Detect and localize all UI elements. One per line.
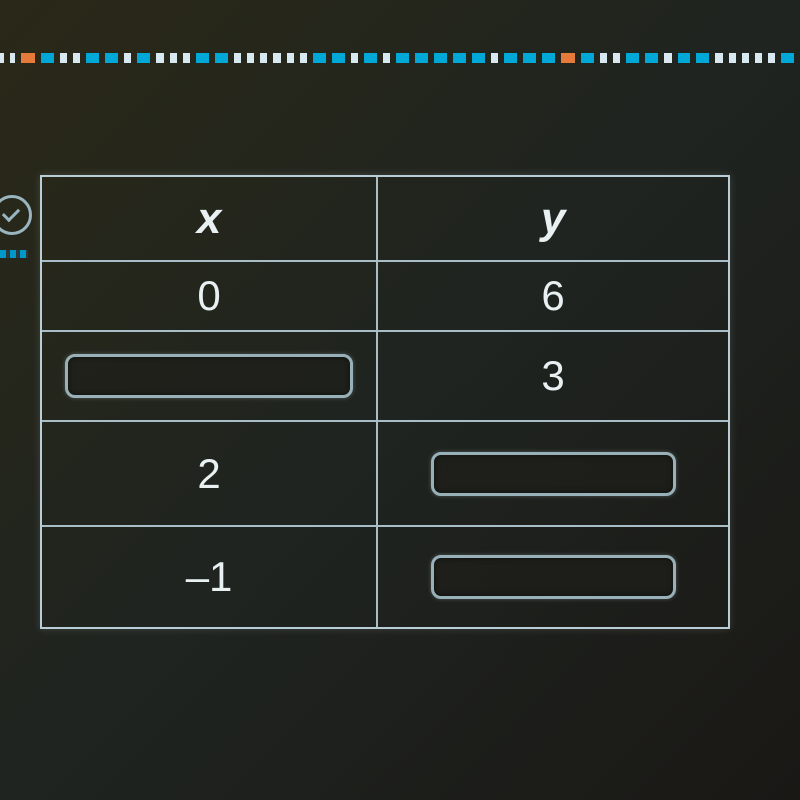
cell-y-2	[378, 422, 728, 525]
cell-x-2: 2	[42, 422, 378, 525]
input-y-2[interactable]	[431, 452, 676, 496]
cell-x-3: –1	[42, 527, 378, 627]
cell-x-1	[42, 332, 378, 420]
cell-y-1: 3	[378, 332, 728, 420]
cell-x-0: 0	[42, 262, 378, 330]
checkmark-circle-icon	[0, 195, 32, 235]
header-y: y	[378, 177, 728, 260]
xy-table: x y 0 6 3 2 –1	[40, 175, 730, 629]
input-y-3[interactable]	[431, 555, 676, 599]
table-row: 3	[42, 332, 728, 422]
cell-y-0: 6	[378, 262, 728, 330]
progress-bar-decoration	[0, 52, 800, 64]
table-row: –1	[42, 527, 728, 627]
cell-y-3	[378, 527, 728, 627]
table-row: 2	[42, 422, 728, 527]
table-row: 0 6	[42, 262, 728, 332]
header-x: x	[42, 177, 378, 260]
input-x-1[interactable]	[65, 354, 352, 398]
table-header-row: x y	[42, 177, 728, 262]
progress-stub	[0, 250, 28, 258]
